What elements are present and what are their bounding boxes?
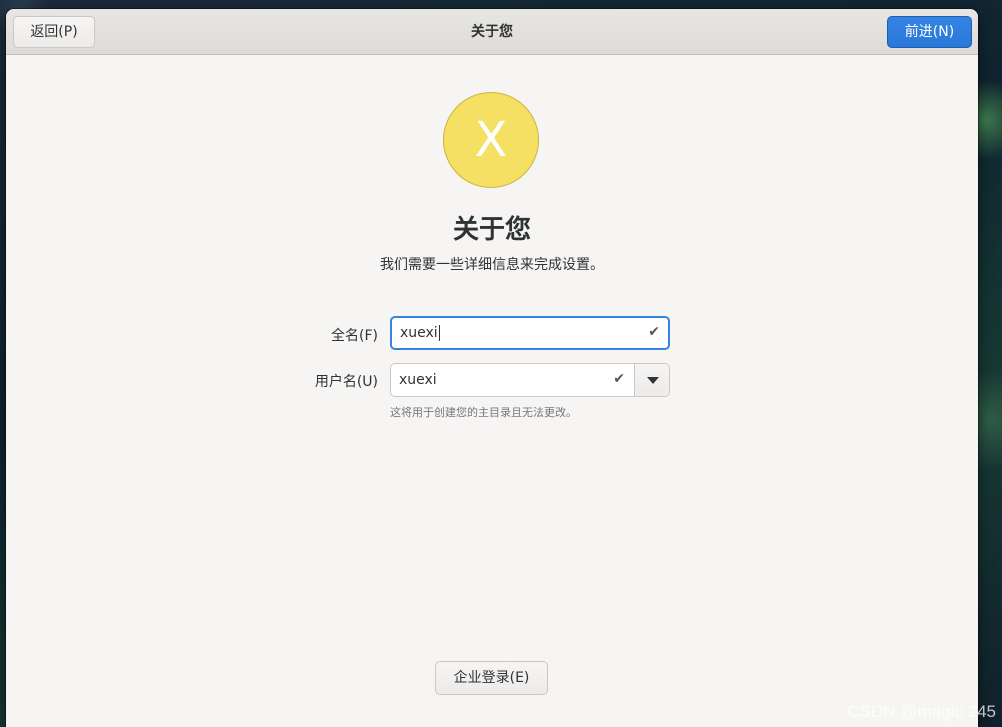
text-caret: [438, 325, 440, 341]
username-label: 用户名(U): [314, 374, 378, 390]
page-title: 关于您: [452, 215, 531, 245]
checkmark-icon: ✔: [613, 371, 625, 387]
username-hint: 这将用于创建您的主目录且无法更改。: [390, 406, 577, 419]
username-value: xuexi: [399, 372, 437, 388]
header-bar: 关于您 返回(P) 前进(N): [6, 9, 978, 55]
fullname-field[interactable]: xuexi ✔: [390, 316, 670, 350]
setup-window: 关于您 返回(P) 前进(N) X 关于您 我们需要一些详细信息来完成设置。 全…: [6, 9, 978, 727]
username-combo[interactable]: xuexi ✔: [390, 363, 670, 397]
fullname-label: 全名(F): [331, 328, 378, 344]
next-button[interactable]: 前进(N): [887, 16, 972, 48]
enterprise-login-button[interactable]: 企业登录(E): [435, 661, 548, 695]
watermark: CSDN @magic 245: [847, 702, 996, 721]
fullname-value: xuexi: [400, 325, 440, 341]
username-dropdown-button[interactable]: [634, 364, 669, 396]
checkmark-icon: ✔: [648, 324, 660, 340]
back-button[interactable]: 返回(P): [13, 16, 95, 48]
page-subtitle: 我们需要一些详细信息来完成设置。: [380, 257, 604, 273]
avatar[interactable]: X: [443, 92, 539, 188]
chevron-down-icon: [647, 377, 659, 384]
header-title: 关于您: [471, 24, 513, 40]
